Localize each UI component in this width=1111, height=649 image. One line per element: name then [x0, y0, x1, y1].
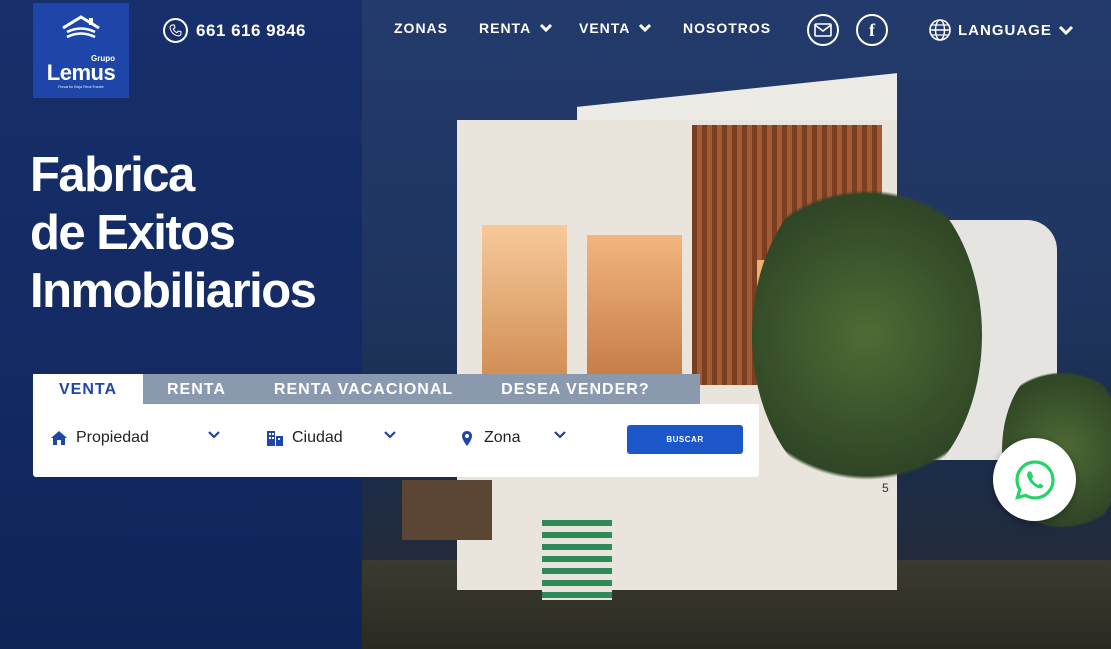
facebook-icon: f [869, 19, 875, 40]
ciudad-label: Ciudad [292, 429, 343, 446]
propiedad-select[interactable]: Propiedad [50, 429, 220, 447]
language-selector[interactable]: LANGUAGE [928, 18, 1074, 42]
buscar-button[interactable]: BUSCAR [627, 425, 743, 454]
house-window [482, 225, 567, 375]
hero-house-image: 5 [362, 0, 1111, 649]
phone-icon [163, 18, 188, 43]
headline-line-3: Inmobiliarios [30, 264, 317, 318]
nav-venta-label: VENTA [579, 20, 631, 36]
nav-nosotros[interactable]: NOSOTROS [683, 20, 771, 36]
globe-icon [929, 19, 951, 41]
ciudad-select[interactable]: Ciudad [266, 429, 396, 447]
nav-venta[interactable]: VENTA [579, 20, 652, 36]
headline-line-2: de Exitos [30, 206, 236, 260]
tree [752, 170, 982, 500]
language-label: LANGUAGE [958, 21, 1052, 39]
whatsapp-button[interactable] [993, 438, 1076, 521]
house-window [587, 235, 682, 380]
chevron-down-icon [384, 431, 396, 439]
whatsapp-icon [1014, 459, 1055, 500]
map-pin-icon [458, 429, 476, 447]
house-roof-icon [62, 15, 100, 39]
garage-door [402, 480, 492, 540]
search-panel: Propiedad Ciudad Zona BUSCAR [33, 404, 759, 477]
facebook-button[interactable]: f [856, 14, 888, 46]
chevron-down-icon [554, 431, 566, 439]
zona-select[interactable]: Zona [458, 429, 566, 447]
tab-venta[interactable]: VENTA [33, 374, 143, 405]
headline-line-1: Fabrica [30, 148, 195, 202]
tab-renta-vacacional[interactable]: RENTA VACACIONAL [250, 374, 477, 405]
propiedad-label: Propiedad [76, 429, 149, 446]
chevron-down-icon [1058, 25, 1073, 35]
mail-icon [814, 23, 832, 37]
chevron-down-icon [208, 431, 220, 439]
phone-link[interactable]: 661 616 9846 [163, 18, 306, 43]
entry-stairs [542, 520, 612, 600]
city-icon [266, 429, 284, 447]
zona-label: Zona [484, 429, 521, 446]
search-tabs: VENTA RENTA RENTA VACACIONAL DESEA VENDE… [33, 374, 700, 405]
mail-button[interactable] [807, 14, 839, 46]
nav-zonas[interactable]: ZONAS [394, 20, 448, 36]
home-icon [50, 429, 68, 447]
logo-name-text: Lemus [46, 60, 116, 85]
house-number: 5 [882, 481, 889, 495]
nav-renta[interactable]: RENTA [479, 20, 553, 36]
nav-renta-label: RENTA [479, 20, 532, 36]
chevron-down-icon [540, 23, 553, 33]
tab-desea-vender[interactable]: DESEA VENDER? [477, 374, 673, 405]
chevron-down-icon [639, 23, 652, 33]
hero-headline: Fabrica de Exitos Inmobiliarios [30, 146, 317, 320]
logo-tagline: Rosarito Baja Real Estate [58, 84, 104, 89]
brand-logo[interactable]: Grupo Lemus Rosarito Baja Real Estate [33, 3, 129, 98]
tab-renta[interactable]: RENTA [143, 374, 250, 405]
phone-number: 661 616 9846 [196, 20, 306, 40]
